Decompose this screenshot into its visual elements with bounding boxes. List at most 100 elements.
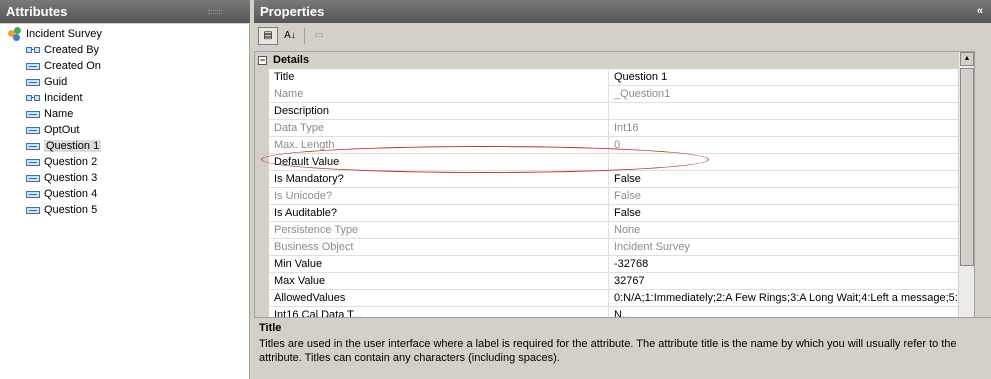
- property-value: False: [614, 190, 641, 202]
- tree-item-label: Created By: [44, 44, 100, 56]
- help-description: Titles are used in the user interface wh…: [259, 338, 957, 364]
- property-row[interactable]: Title Question 1: [269, 69, 974, 86]
- scroll-thumb[interactable]: [960, 68, 974, 266]
- attributes-header: Attributes: [0, 0, 250, 23]
- scroll-up-icon[interactable]: ▲: [960, 52, 974, 66]
- tree-item[interactable]: Question 4: [26, 186, 97, 202]
- tree-item[interactable]: OptOut: [26, 122, 79, 138]
- tree-item[interactable]: Incident: [26, 90, 83, 106]
- help-pane: Title Titles are used in the user interf…: [254, 317, 991, 379]
- tree-item-label: Incident: [44, 92, 83, 104]
- link-icon: [26, 94, 40, 102]
- property-name: Max. Length: [269, 137, 609, 154]
- property-value: None: [614, 224, 641, 236]
- tree-root-label: Incident Survey: [26, 28, 102, 40]
- property-name: Min Value: [269, 256, 609, 273]
- property-name: Is Mandatory?: [269, 171, 609, 188]
- sort-alpha-icon[interactable]: A↓: [280, 27, 300, 45]
- categorized-icon[interactable]: ▤: [258, 27, 278, 45]
- property-grid: − Details Title Question 1 Name _Question1…: [254, 51, 975, 337]
- field-icon: [26, 142, 40, 150]
- tree-item[interactable]: Created On: [26, 58, 101, 74]
- object-icon: [8, 27, 22, 42]
- tree-item-label: OptOut: [44, 124, 80, 136]
- help-title: Title: [259, 322, 282, 334]
- properties-panel: ▤ A↓ ▭ − Details Title Question 1 Name _Qu…: [254, 24, 991, 379]
- property-value[interactable]: -32768: [610, 256, 974, 273]
- property-value: Incident Survey: [614, 241, 690, 253]
- field-icon: [26, 78, 40, 86]
- property-row[interactable]: Min Value -32768: [269, 256, 974, 273]
- property-name: AllowedValues: [269, 290, 609, 307]
- tree-root[interactable]: Incident Survey: [8, 26, 102, 42]
- tree-item[interactable]: Question 3: [26, 170, 97, 186]
- property-pages-icon[interactable]: ▭: [309, 27, 329, 45]
- field-icon: [26, 158, 40, 166]
- field-icon: [26, 110, 40, 118]
- field-icon: [26, 190, 40, 198]
- property-row[interactable]: AllowedValues 0:N/A;1:Immediately;2:A Few…: [269, 290, 974, 307]
- field-icon: [26, 126, 40, 134]
- tree-item-label: Created On: [44, 60, 101, 72]
- tree-item-label: Name: [44, 108, 74, 120]
- tree-item[interactable]: Created By: [26, 42, 99, 58]
- collapse-toggle-icon[interactable]: −: [258, 56, 267, 65]
- tree-item-label: Question 1: [44, 140, 102, 152]
- property-row[interactable]: Is Unicode? False: [269, 188, 974, 205]
- property-name: Is Unicode?: [269, 188, 609, 205]
- toolbar-separator: [304, 28, 305, 44]
- tree-item-label: Question 5: [44, 204, 98, 216]
- attributes-title: Attributes: [6, 4, 68, 19]
- property-row[interactable]: Description: [269, 103, 974, 120]
- property-name: Persistence Type: [269, 222, 609, 239]
- property-name: Name: [269, 86, 609, 103]
- property-name: Is Auditable?: [269, 205, 609, 222]
- tree-item-label: Guid: [44, 76, 68, 88]
- tree-item[interactable]: Guid: [26, 74, 67, 90]
- field-icon: [26, 206, 40, 214]
- tree-item-label: Question 3: [44, 172, 98, 184]
- property-name: Business Object: [269, 239, 609, 256]
- category-label: Details: [273, 54, 310, 66]
- property-row[interactable]: Is Mandatory? False: [269, 171, 974, 188]
- tree-item[interactable]: Question 2: [26, 154, 97, 170]
- category-row[interactable]: − Details: [255, 52, 974, 69]
- property-value[interactable]: 0:N/A;1:Immediately;2:A Few Rings;3:A Lo…: [610, 290, 974, 307]
- property-name: Max Value: [269, 273, 609, 290]
- property-row[interactable]: Is Auditable? False: [269, 205, 974, 222]
- property-value: Int16: [614, 122, 639, 134]
- property-row[interactable]: Max. Length 0: [269, 137, 974, 154]
- property-value[interactable]: [610, 154, 974, 171]
- collapse-icon[interactable]: «: [977, 0, 983, 23]
- vertical-scrollbar[interactable]: ▲ ▼: [958, 52, 974, 336]
- tree-item[interactable]: Name: [26, 106, 73, 122]
- grid-gutter: [255, 52, 269, 336]
- tree-item-label: Question 4: [44, 188, 98, 200]
- property-row[interactable]: Name _Question1: [269, 86, 974, 103]
- property-row[interactable]: Default Value: [269, 154, 974, 171]
- property-row[interactable]: Max Value 32767: [269, 273, 974, 290]
- property-row[interactable]: Persistence Type None: [269, 222, 974, 239]
- attributes-tree: Incident Survey Created By Created On Gu…: [0, 24, 250, 379]
- property-row[interactable]: Business Object Incident Survey: [269, 239, 974, 256]
- properties-toolbar: ▤ A↓ ▭: [254, 24, 991, 48]
- tree-item-label: Question 2: [44, 156, 98, 168]
- property-value: 0: [614, 139, 621, 151]
- property-value[interactable]: 32767: [610, 273, 974, 290]
- property-value[interactable]: [610, 103, 974, 120]
- properties-header: Properties «: [254, 0, 991, 23]
- grip-icon[interactable]: [208, 10, 222, 14]
- tree-item[interactable]: Question 5: [26, 202, 97, 218]
- field-icon: [26, 174, 40, 182]
- property-name: Default Value: [269, 154, 609, 171]
- property-name: Description: [269, 103, 609, 120]
- property-value[interactable]: False: [610, 205, 974, 222]
- property-name: Title: [269, 69, 609, 86]
- tree-item-selected[interactable]: Question 1: [26, 138, 102, 154]
- property-value: _Question1: [614, 88, 671, 100]
- properties-title: Properties: [260, 4, 325, 19]
- property-row[interactable]: Data Type Int16: [269, 120, 974, 137]
- property-value[interactable]: Question 1: [610, 69, 974, 86]
- link-icon: [26, 46, 40, 54]
- property-value[interactable]: False: [610, 171, 974, 188]
